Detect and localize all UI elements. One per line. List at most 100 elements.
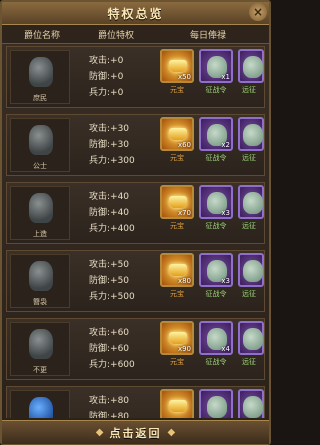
attack-stat: 攻击:+30 (89, 124, 130, 134)
expedition-slot[interactable] (238, 49, 264, 83)
campaign-token-slot[interactable]: x2 (199, 117, 233, 151)
rank-badge: 簪袅 (10, 254, 70, 308)
expedition-bag-icon (243, 124, 263, 146)
rank-name: 上造 (33, 230, 47, 238)
blue-helmet-icon (29, 397, 53, 418)
attack-stat: 攻击:+40 (89, 192, 130, 202)
troops-stat: 兵力:+400 (89, 224, 135, 234)
item-quantity: x70 (177, 209, 191, 217)
token-label: 征战令 (205, 222, 227, 230)
helmet-icon (29, 329, 53, 359)
rank-name: 不更 (33, 366, 47, 374)
token-bag-icon (207, 396, 227, 418)
rank-name: 公士 (33, 162, 47, 170)
header-rank-name: 爵位名称 (24, 31, 61, 41)
campaign-token-slot[interactable]: x3 (199, 253, 233, 287)
rank-badge: 公士 (10, 118, 70, 172)
rank-badge: 不更 (10, 322, 70, 376)
gold-ingot-slot[interactable]: x70 (160, 185, 194, 219)
expedition-label: 远征 (242, 86, 256, 94)
expedition-slot[interactable] (238, 117, 264, 151)
gold-ingot-slot[interactable] (160, 389, 194, 418)
gold-label: 元宝 (170, 290, 184, 298)
troops-stat: 兵力:+300 (89, 156, 135, 166)
expedition-slot[interactable] (238, 253, 264, 287)
table-row: 公士 攻击:+30 防御:+30 兵力:+300 x60 x2 元宝 征战令 远… (6, 114, 265, 176)
item-quantity: x1 (221, 73, 230, 81)
expedition-bag-icon (243, 328, 263, 350)
rank-name: 庶民 (33, 94, 47, 102)
item-quantity: x3 (221, 277, 230, 285)
column-header: 爵位名称 爵位特权 每日俸禄 (2, 25, 269, 44)
defense-stat: 防御:+0 (89, 72, 124, 82)
table-row: 上造 攻击:+40 防御:+40 兵力:+400 x70 x3 元宝 征战令 远… (6, 182, 265, 244)
campaign-token-slot[interactable] (199, 389, 233, 418)
item-quantity: x2 (221, 141, 230, 149)
right-chevron-icon: ◆ (167, 427, 176, 438)
gold-ingot-slot[interactable]: x50 (160, 49, 194, 83)
gold-ingot-icon (169, 60, 187, 72)
expedition-bag-icon (243, 260, 263, 282)
header-daily-salary: 每日俸禄 (190, 31, 227, 41)
expedition-slot[interactable] (238, 321, 264, 355)
gold-ingot-icon (169, 128, 187, 140)
expedition-label: 远征 (242, 222, 256, 230)
expedition-label: 远征 (242, 154, 256, 162)
expedition-label: 远征 (242, 290, 256, 298)
defense-stat: 防御:+50 (89, 276, 130, 286)
campaign-token-slot[interactable]: x4 (199, 321, 233, 355)
expedition-bag-icon (243, 396, 263, 418)
item-quantity: x4 (221, 345, 230, 353)
troops-stat: 兵力:+600 (89, 360, 135, 370)
item-quantity: x90 (177, 345, 191, 353)
gold-ingot-slot[interactable]: x60 (160, 117, 194, 151)
item-quantity: x50 (177, 73, 191, 81)
helmet-icon (29, 261, 53, 291)
table-row: 簪袅 攻击:+50 防御:+50 兵力:+500 x80 x3 元宝 征战令 远… (6, 250, 265, 312)
attack-stat: 攻击:+50 (89, 260, 130, 270)
campaign-token-slot[interactable]: x3 (199, 185, 233, 219)
privilege-panel: 特权总览 × 爵位名称 爵位特权 每日俸禄 庶民 攻击:+0 防御:+0 兵力:… (0, 0, 271, 445)
token-label: 征战令 (205, 86, 227, 94)
left-chevron-icon: ◆ (95, 427, 104, 438)
back-button[interactable]: 点击返回 (110, 425, 162, 441)
rank-badge (10, 390, 70, 418)
troops-stat: 兵力:+500 (89, 292, 135, 302)
helmet-icon (29, 57, 53, 87)
expedition-bag-icon (243, 192, 263, 214)
attack-stat: 攻击:+60 (89, 328, 130, 338)
privilege-list[interactable]: 庶民 攻击:+0 防御:+0 兵力:+0 x50 x1 元宝 征战令 远征 公士… (6, 46, 265, 418)
gold-ingot-slot[interactable]: x80 (160, 253, 194, 287)
expedition-bag-icon (243, 56, 263, 78)
gold-label: 元宝 (170, 86, 184, 94)
title-bar: 特权总览 × (2, 2, 269, 25)
token-label: 征战令 (205, 154, 227, 162)
gold-ingot-slot[interactable]: x90 (160, 321, 194, 355)
gold-ingot-icon (169, 196, 187, 208)
defense-stat: 防御:+80 (89, 412, 130, 418)
defense-stat: 防御:+30 (89, 140, 130, 150)
table-row: 不更 攻击:+60 防御:+60 兵力:+600 x90 x4 元宝 征战令 远… (6, 318, 265, 380)
token-label: 征战令 (205, 358, 227, 366)
attack-stat: 攻击:+80 (89, 396, 130, 406)
helmet-icon (29, 125, 53, 155)
rank-badge: 上造 (10, 186, 70, 240)
item-quantity: x80 (177, 277, 191, 285)
gold-ingot-icon (169, 264, 187, 276)
gold-ingot-icon (169, 332, 187, 344)
bottom-bar: ◆ 点击返回 ◆ (2, 420, 269, 444)
expedition-slot[interactable] (238, 389, 264, 418)
table-row: 庶民 攻击:+0 防御:+0 兵力:+0 x50 x1 元宝 征战令 远征 (6, 46, 265, 108)
token-label: 征战令 (205, 290, 227, 298)
item-quantity: x60 (177, 141, 191, 149)
gold-ingot-icon (169, 400, 187, 412)
gold-label: 元宝 (170, 222, 184, 230)
attack-stat: 攻击:+0 (89, 56, 124, 66)
campaign-token-slot[interactable]: x1 (199, 49, 233, 83)
page-title: 特权总览 (107, 6, 164, 21)
rank-name: 簪袅 (33, 298, 47, 306)
close-button[interactable]: × (249, 3, 267, 21)
expedition-slot[interactable] (238, 185, 264, 219)
defense-stat: 防御:+60 (89, 344, 130, 354)
header-privilege: 爵位特权 (98, 31, 135, 41)
